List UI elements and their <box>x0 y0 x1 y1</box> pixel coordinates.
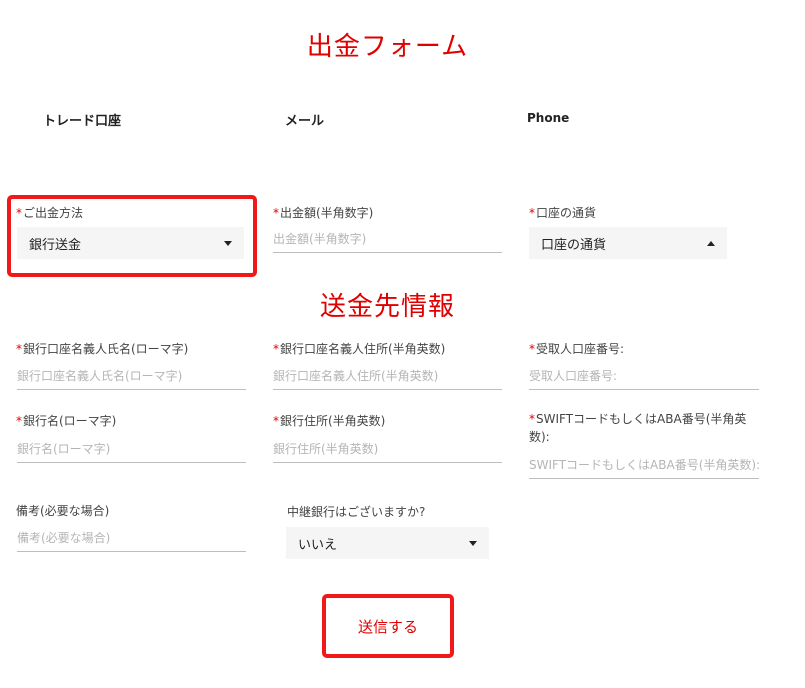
chevron-up-icon <box>707 240 715 246</box>
email-label: メール <box>285 114 325 129</box>
intermediary-value: いいえ <box>298 537 338 553</box>
withdrawal-method-label: *ご出金方法 <box>16 206 84 220</box>
form-title: 出金フォーム <box>306 32 469 62</box>
holder-address-label: *銀行口座名義人住所(半角英数) <box>273 342 446 356</box>
account-currency-select[interactable]: 口座の通貨 <box>529 227 727 259</box>
account-currency-label: *口座の通貨 <box>529 206 597 220</box>
notes-label: 備考(必要な場合) <box>16 504 110 518</box>
section-title: 送金先情報 <box>319 292 455 322</box>
withdrawal-method-select[interactable]: 銀行送金 <box>17 227 244 259</box>
notes-input[interactable] <box>17 525 246 552</box>
holder-name-label: *銀行口座名義人氏名(ローマ字) <box>16 342 189 356</box>
account-currency-value: 口座の通貨 <box>541 237 607 253</box>
swift-input[interactable] <box>529 452 759 479</box>
submit-button[interactable]: 送信する <box>322 594 454 658</box>
bank-name-label: *銀行名(ローマ字) <box>16 414 117 428</box>
withdrawal-amount-label: *出金額(半角数字) <box>273 206 374 220</box>
holder-address-input[interactable] <box>273 363 502 390</box>
withdrawal-amount-input[interactable] <box>273 226 502 253</box>
account-number-label: *受取人口座番号: <box>529 342 625 356</box>
bank-address-label: *銀行住所(半角英数) <box>273 414 386 428</box>
account-number-input[interactable] <box>529 363 759 390</box>
chevron-down-icon <box>224 240 232 246</box>
withdrawal-method-value: 銀行送金 <box>29 237 82 253</box>
trade-account-label: トレード口座 <box>43 114 122 129</box>
intermediary-select[interactable]: いいえ <box>286 527 489 559</box>
intermediary-label: 中継銀行はございますか? <box>287 505 426 519</box>
submit-label: 送信する <box>357 617 418 636</box>
holder-name-input[interactable] <box>17 363 246 390</box>
swift-label: *SWIFTコードもしくはABA番号(半角英数): <box>529 412 747 444</box>
phone-label: Phone <box>527 111 570 125</box>
bank-address-input[interactable] <box>273 436 502 463</box>
bank-name-input[interactable] <box>17 436 246 463</box>
chevron-down-icon <box>469 540 477 546</box>
